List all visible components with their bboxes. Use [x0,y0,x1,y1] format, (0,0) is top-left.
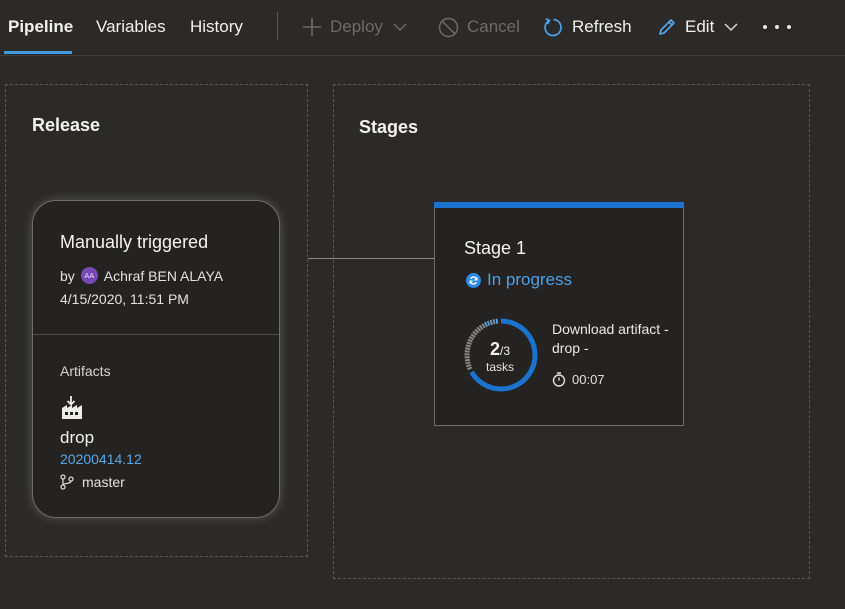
release-trigger-title: Manually triggered [60,232,209,252]
toolbar-separator [277,12,278,40]
ring-pending-tick [470,333,476,338]
ring-pending-tick [486,320,491,327]
release-date: 4/15/2020, 11:51 PM [60,291,189,307]
cancel-label: Cancel [467,17,520,36]
edit-button[interactable]: Edit [657,16,738,38]
deploy-button[interactable]: Deploy [302,16,407,38]
tasks-label: tasks [485,360,514,374]
tasks-total: /3 [500,344,511,358]
current-task-name: Download artifact - drop - [552,321,669,356]
branch-name: master [82,474,125,490]
cancel-icon [438,17,459,37]
in-progress-icon [466,272,481,288]
release-card[interactable]: Manually triggered by AA Achraf BEN ALAY… [32,200,280,518]
by-label: by [60,267,75,284]
tab-pipeline[interactable]: Pipeline [8,17,73,37]
stage-status-bar [434,202,684,208]
tab-history[interactable]: History [190,17,243,37]
card-divider [33,334,279,335]
more-options-button[interactable] [763,16,791,38]
artifact-name: drop [60,428,95,447]
ring-pending-tick [495,318,499,324]
stages-panel-title: Stages [359,117,419,137]
avatar: AA [80,267,98,284]
ring-pending-tick [476,326,482,332]
plus-icon [303,18,321,36]
timer-icon [552,372,566,387]
deploy-label: Deploy [330,17,383,36]
release-panel-title: Release [32,115,101,135]
stage-status-label: In progress [487,270,573,289]
task-count: 2/3 [462,339,538,360]
stage-card[interactable]: Stage 1 In progress 2/3 tasks Download a… [434,202,684,426]
ring-pending-tick [481,323,486,329]
stage-name: Stage 1 [464,238,527,258]
ring-pending-tick [489,319,493,326]
ring-pending-tick [478,324,484,331]
more-icon [763,25,767,29]
branch-icon [60,474,74,490]
ring-pending-tick [492,319,496,325]
stage-status: In progress [466,270,572,290]
edit-label: Edit [685,17,715,36]
artifacts-label: Artifacts [60,363,111,379]
build-artifact-icon [62,396,82,419]
user-name: Achraf BEN ALAYA [103,267,224,284]
chevron-down-icon [724,23,738,32]
artifact-branch: master [60,474,125,490]
cancel-button[interactable]: Cancel [438,16,520,38]
task-elapsed-time: 00:07 [552,372,605,387]
toolbar: Pipeline Variables History Deploy Cancel… [0,0,845,56]
ring-pending-tick [483,321,488,328]
tab-variables[interactable]: Variables [96,17,166,37]
refresh-button[interactable]: Refresh [543,16,632,38]
refresh-icon [544,17,562,36]
ring-pending-tick [472,330,478,336]
active-tab-indicator [4,51,72,54]
ring-pending-tick [474,328,480,334]
artifact-version-link[interactable]: 20200414.12 [60,451,142,467]
release-triggered-by: by AA Achraf BEN ALAYA [60,267,223,284]
elapsed-value: 00:07 [572,372,605,387]
refresh-label: Refresh [572,17,632,36]
chevron-down-icon [393,23,407,32]
tasks-done: 2 [489,339,500,359]
pencil-icon [659,19,675,35]
